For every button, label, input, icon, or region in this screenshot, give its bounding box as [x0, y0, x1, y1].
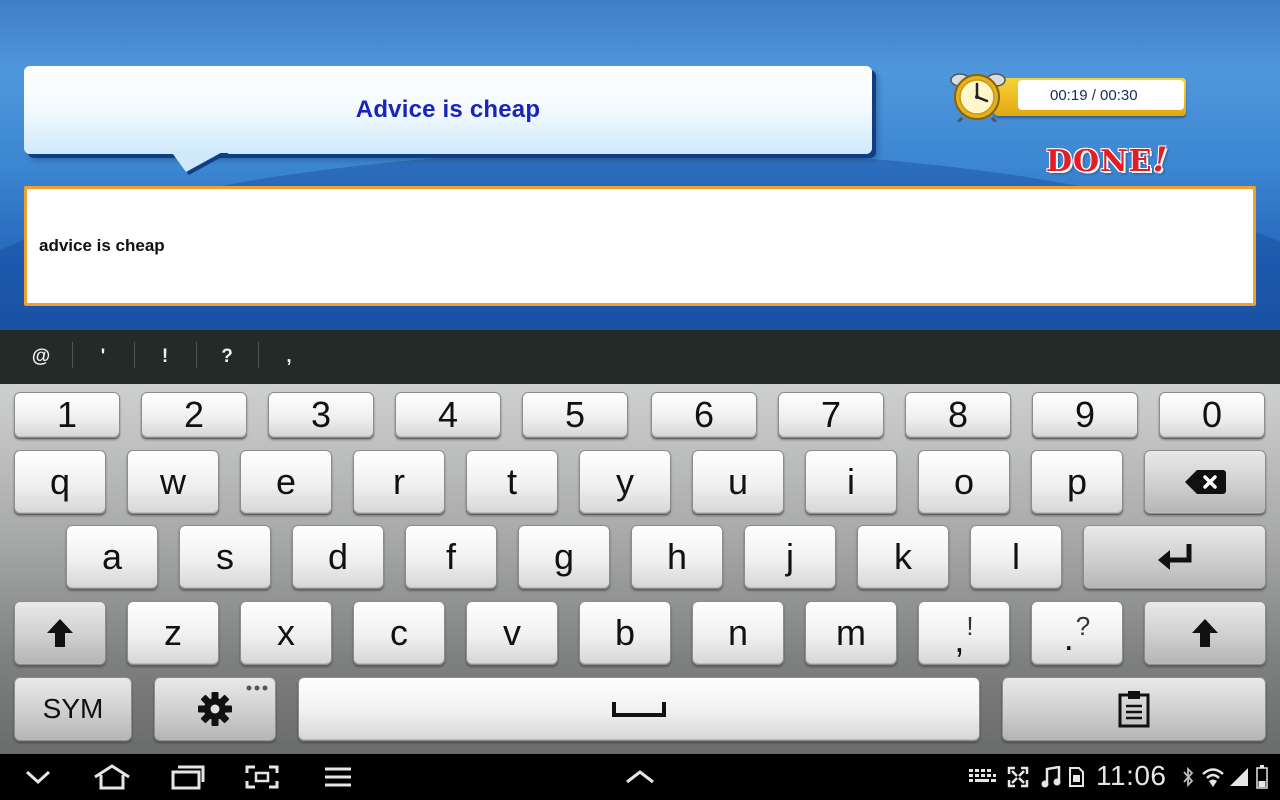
key-r[interactable]: r — [353, 450, 445, 514]
key-h[interactable]: h — [631, 525, 723, 589]
key-2[interactable]: 2 — [141, 392, 247, 438]
signal-icon — [1228, 764, 1250, 790]
enter-icon — [1157, 544, 1191, 570]
key-l[interactable]: l — [970, 525, 1062, 589]
key-k[interactable]: k — [857, 525, 949, 589]
space-key[interactable] — [298, 677, 980, 741]
back-button[interactable] — [18, 762, 58, 792]
keyboard-status-icon — [968, 764, 996, 790]
app-area: Advice is cheap 00:19 / 00:30 DONE! advi… — [0, 0, 1280, 330]
keyboard-hide-button[interactable] — [620, 762, 660, 792]
key-b[interactable]: b — [579, 601, 671, 665]
key-8[interactable]: 8 — [905, 392, 1011, 438]
backspace-key[interactable] — [1144, 450, 1266, 514]
home-icon — [94, 764, 130, 790]
back-icon — [25, 770, 51, 785]
period-main: . — [1063, 617, 1074, 658]
suggestion-bar: @ ' ! ? , — [0, 330, 1280, 384]
suggestion-exclamation[interactable]: ! — [134, 342, 196, 368]
answer-input[interactable]: advice is cheap — [24, 186, 1256, 306]
comma-alt: ! — [966, 610, 974, 641]
key-f[interactable]: f — [405, 525, 497, 589]
key-z[interactable]: z — [127, 601, 219, 665]
prompt-bubble: Advice is cheap — [24, 66, 872, 154]
key-s[interactable]: s — [179, 525, 271, 589]
done-label: DONE — [1046, 144, 1153, 179]
key-p[interactable]: p — [1031, 450, 1123, 514]
suggestion-apostrophe[interactable]: ' — [72, 342, 134, 368]
key-y[interactable]: y — [579, 450, 671, 514]
key-d[interactable]: d — [292, 525, 384, 589]
keyboard: 1 2 3 4 5 6 7 8 9 0 q w e r t y u i o p … — [0, 384, 1280, 754]
key-n[interactable]: n — [692, 601, 784, 665]
period-alt: ? — [1075, 610, 1091, 641]
answer-text: advice is cheap — [39, 236, 165, 255]
battery-icon — [1254, 764, 1270, 790]
key-0[interactable]: 0 — [1159, 392, 1265, 438]
suggestion-comma[interactable]: , — [258, 342, 320, 368]
key-g[interactable]: g — [518, 525, 610, 589]
sym-key[interactable]: SYM — [14, 677, 132, 741]
backspace-icon — [1185, 470, 1226, 494]
key-m[interactable]: m — [805, 601, 897, 665]
keyboard-hide-icon — [626, 770, 654, 784]
suggestion-question[interactable]: ? — [196, 342, 258, 368]
key-x[interactable]: x — [240, 601, 332, 665]
clipboard-icon — [1118, 691, 1150, 728]
comma-key[interactable]: , ! — [918, 601, 1010, 665]
menu-button[interactable] — [318, 762, 358, 792]
shift-icon — [47, 619, 73, 647]
suggestion-at[interactable]: @ — [10, 346, 72, 368]
clipboard-key[interactable] — [1002, 677, 1266, 741]
key-4[interactable]: 4 — [395, 392, 501, 438]
key-i[interactable]: i — [805, 450, 897, 514]
shift-key-left[interactable] — [14, 601, 106, 665]
recent-apps-icon — [171, 765, 205, 790]
fullscreen-icon — [1006, 764, 1030, 790]
home-button[interactable] — [92, 762, 132, 792]
wifi-icon — [1200, 764, 1226, 790]
key-6[interactable]: 6 — [651, 392, 757, 438]
period-key[interactable]: . ? — [1031, 601, 1123, 665]
space-icon — [612, 702, 666, 717]
recent-apps-button[interactable] — [168, 762, 208, 792]
done-button[interactable]: DONE! — [1046, 140, 1168, 180]
key-q[interactable]: q — [14, 450, 106, 514]
key-5[interactable]: 5 — [522, 392, 628, 438]
key-t[interactable]: t — [466, 450, 558, 514]
sim-icon — [1066, 764, 1086, 790]
key-9[interactable]: 9 — [1032, 392, 1138, 438]
bubble-tail — [170, 150, 226, 172]
timer: 00:19 / 00:30 — [944, 70, 1244, 122]
key-a[interactable]: a — [66, 525, 158, 589]
key-v[interactable]: v — [466, 601, 558, 665]
key-c[interactable]: c — [353, 601, 445, 665]
enter-key[interactable] — [1083, 525, 1266, 589]
menu-icon — [325, 767, 351, 787]
shift-key-right[interactable] — [1144, 601, 1266, 665]
music-icon — [1040, 764, 1062, 790]
key-j[interactable]: j — [744, 525, 836, 589]
prompt-text: Advice is cheap — [355, 96, 541, 123]
key-u[interactable]: u — [692, 450, 784, 514]
key-7[interactable]: 7 — [778, 392, 884, 438]
key-e[interactable]: e — [240, 450, 332, 514]
timer-text: 00:19 / 00:30 — [1018, 80, 1184, 110]
settings-key[interactable] — [154, 677, 276, 741]
screenshot-button[interactable] — [242, 762, 282, 792]
done-exclaim: ! — [1152, 140, 1169, 180]
shift-icon — [1192, 619, 1218, 647]
key-o[interactable]: o — [918, 450, 1010, 514]
bluetooth-icon — [1180, 764, 1196, 790]
alarm-clock-icon — [950, 73, 1006, 122]
gear-icon — [198, 692, 232, 726]
key-w[interactable]: w — [127, 450, 219, 514]
screenshot-icon — [245, 765, 279, 789]
status-time: 11:06 — [1096, 760, 1167, 791]
more-dots-icon — [246, 685, 268, 691]
system-nav-bar: 11:06 — [0, 754, 1280, 800]
key-3[interactable]: 3 — [268, 392, 374, 438]
comma-main: , — [954, 619, 965, 660]
key-1[interactable]: 1 — [14, 392, 120, 438]
